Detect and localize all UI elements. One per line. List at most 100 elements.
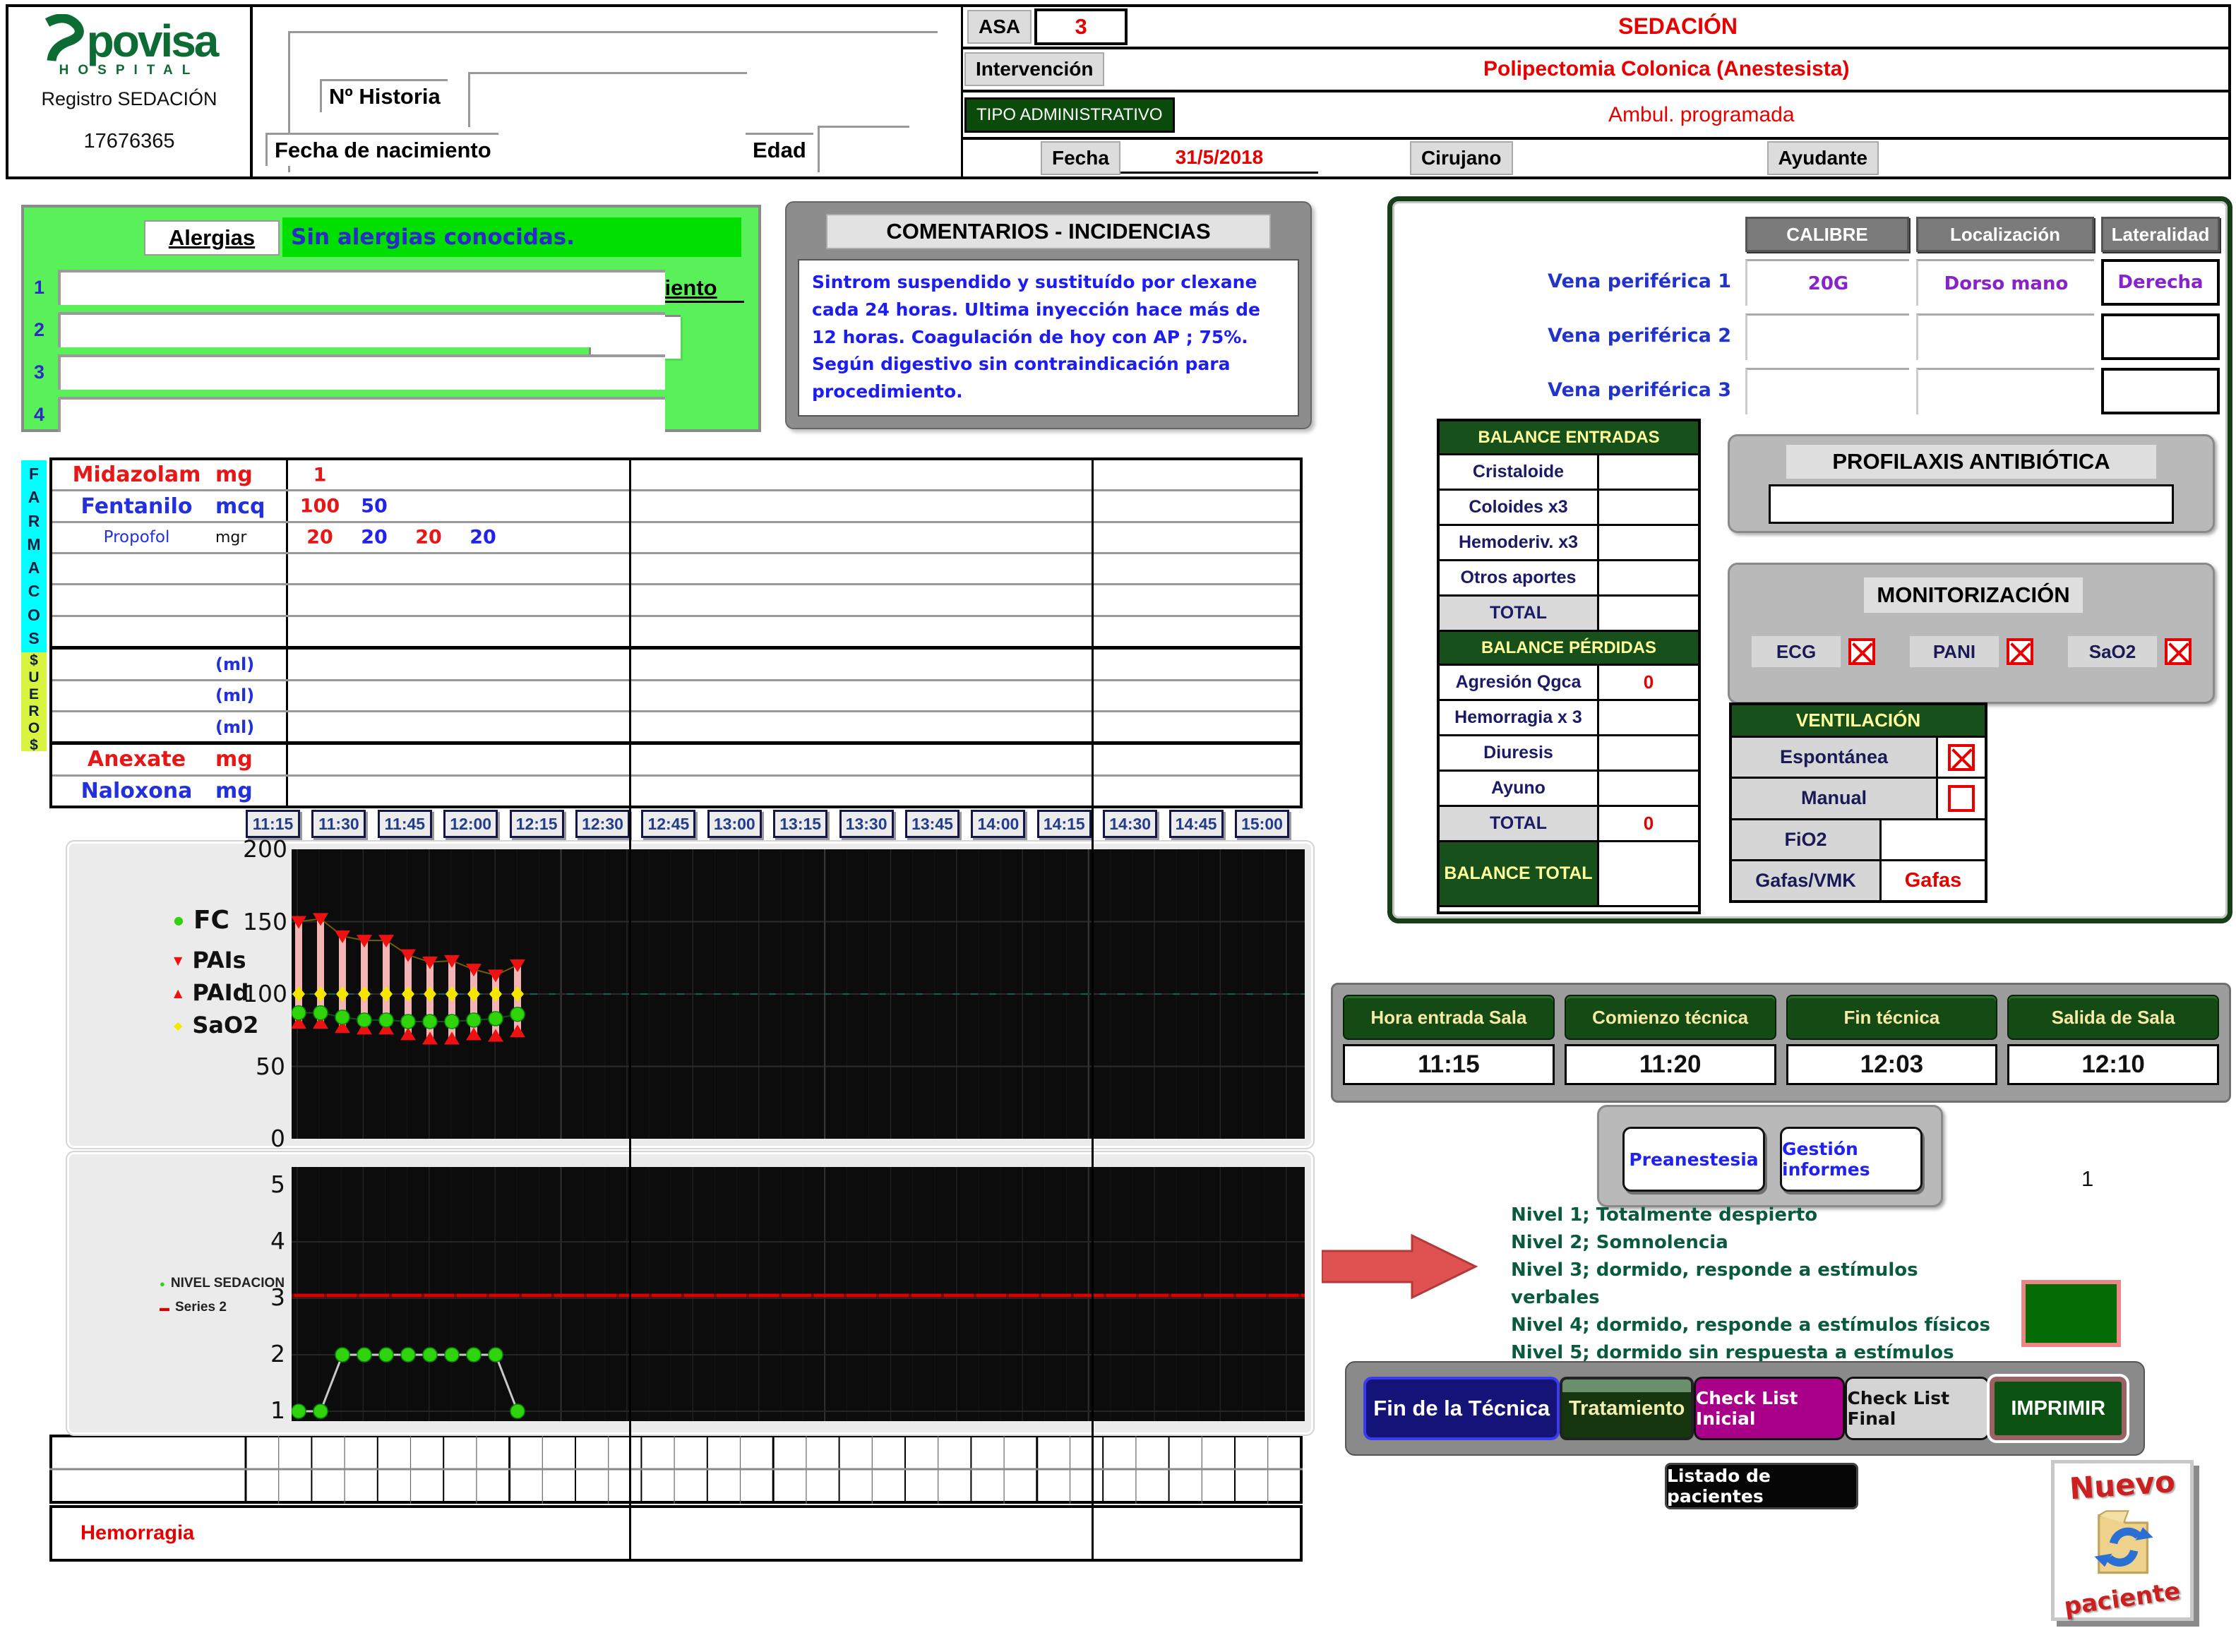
gestion-informes-button[interactable]: Gestión informes [1780,1127,1923,1192]
time-milestone-label[interactable]: Comienzo técnica [1565,995,1776,1040]
intervencion-value[interactable]: Polipectomia Colonica (Anestesista) [1104,57,2228,81]
time-label[interactable]: 13:15 [773,810,827,838]
via-calibre-cell[interactable] [1745,313,1909,360]
medication-doses-cell[interactable]: 1 [288,460,1300,489]
vitals-chart-card: 200150100500●FC▼PAIs▲PAId◆SaO2 [67,842,1313,1148]
balance-row-value[interactable] [1599,842,1698,905]
time-label[interactable]: 12:00 [443,810,498,838]
time-label[interactable]: 13:00 [707,810,762,838]
time-label[interactable]: 11:30 [311,810,366,838]
ventilacion-table: VENTILACIÓN EspontáneaManualFiO2Gafas/VM… [1729,702,1987,903]
medication-doses-cell[interactable] [288,617,1300,646]
medication-doses-cell[interactable] [288,681,1300,710]
medication-unit: mcq [215,494,280,519]
time-label[interactable]: 13:45 [905,810,959,838]
ventilacion-checkbox[interactable] [1948,744,1975,771]
listado-pacientes-button[interactable]: Listado de pacientes [1665,1463,1858,1509]
time-milestone-value[interactable]: 12:10 [2007,1044,2219,1085]
via-lateralidad-cell[interactable]: Derecha [2101,259,2220,306]
medication-doses-cell[interactable] [288,650,1300,678]
checklist-final-button[interactable]: Check List Final [1845,1377,1990,1440]
time-label[interactable]: 12:15 [510,810,564,838]
time-milestone-value[interactable]: 11:15 [1343,1044,1555,1085]
via-lateralidad-cell[interactable] [2101,368,2220,414]
historia-field[interactable] [468,72,747,127]
legend-label: Series 2 [175,1300,227,1315]
alergia-field[interactable] [58,312,665,347]
time-label[interactable]: 14:30 [1103,810,1157,838]
tratamiento-button[interactable]: Tratamiento [1560,1377,1694,1440]
balance-row-value[interactable]: 0 [1599,807,1698,840]
asa-value-field[interactable]: 3 [1034,8,1128,45]
tipo-administrativo-value[interactable]: Ambul. programada [1175,103,2228,127]
via-calibre-cell[interactable]: 20G [1745,259,1909,306]
sedation-plot[interactable] [292,1167,1305,1421]
balance-row-value[interactable] [1599,736,1698,770]
edad-field[interactable] [818,126,909,172]
time-milestone-label[interactable]: Hora entrada Sala [1343,995,1555,1040]
comentarios-text[interactable]: Sintrom suspendido y sustituído por clex… [798,259,1299,417]
time-milestone-value[interactable]: 11:20 [1565,1044,1776,1085]
alergias-value[interactable]: Sin alergias conocidas. [282,217,741,257]
balance-row-value[interactable] [1599,561,1698,594]
fin-tecnica-button[interactable]: Fin de la Técnica [1363,1377,1560,1440]
ventilacion-row-label: Espontánea [1732,738,1938,777]
level-indicator-box[interactable] [2021,1280,2121,1347]
monitor-checkbox[interactable] [2007,638,2033,665]
balance-row-value[interactable] [1599,455,1698,489]
time-milestone-value[interactable]: 12:03 [1786,1044,1998,1085]
alergia-field[interactable] [58,270,665,305]
ventilacion-row-label: Manual [1732,779,1938,818]
medication-doses-cell[interactable] [288,712,1300,741]
balance-row-value[interactable] [1599,491,1698,524]
medication-doses-cell[interactable]: 10050 [288,491,1300,520]
via-localizacion-cell[interactable]: Dorso mano [1916,259,2094,306]
legend-marker-icon: ▼ [174,954,182,967]
via-localizacion-cell[interactable] [1916,313,2094,360]
balance-row-value[interactable] [1599,701,1698,734]
vitals-plot[interactable] [292,849,1305,1139]
time-label[interactable]: 15:00 [1235,810,1289,838]
time-label[interactable]: 11:15 [246,810,300,838]
balance-row-value[interactable] [1599,526,1698,559]
monitor-checkbox[interactable] [1848,638,1875,665]
fecha-value-field[interactable]: 31/5/2018 [1120,143,1318,174]
monitor-checkbox[interactable] [2165,638,2192,665]
balance-row: Diuresis [1440,736,1698,772]
time-label[interactable]: 12:45 [641,810,695,838]
ventilacion-value-field[interactable]: Gafas [1882,861,1985,900]
balance-row-value[interactable] [1599,772,1698,805]
hemorragia-row[interactable]: Hemorragia [49,1505,1303,1562]
bottom-buttons: Fin de la TécnicaTratamientoCheck List I… [1345,1361,2145,1456]
ventilacion-title: VENTILACIÓN [1732,705,1985,738]
time-label[interactable]: 14:45 [1169,810,1224,838]
profilaxis-field[interactable] [1769,484,2174,524]
alergia-field[interactable] [58,354,665,390]
nuevo-paciente-button[interactable]: Nuevo paciente [2051,1460,2194,1621]
preanestesia-button[interactable]: Preanestesia [1622,1127,1765,1192]
time-label[interactable]: 14:00 [971,810,1025,838]
medication-doses-cell[interactable] [288,554,1300,583]
time-label[interactable]: 12:30 [575,810,630,838]
time-label[interactable]: 14:15 [1037,810,1092,838]
via-lateralidad-cell[interactable] [2101,313,2220,360]
time-milestone-label[interactable]: Fin técnica [1786,995,1998,1040]
checklist-inicial-button[interactable]: Check List Inicial [1694,1377,1846,1440]
balance-row-value[interactable]: 0 [1599,666,1698,699]
ventilacion-checkbox[interactable] [1948,785,1975,812]
balance-row-value[interactable] [1599,597,1698,630]
imprimir-button[interactable]: IMPRIMIR [1990,1377,2127,1440]
via-calibre-cell[interactable] [1745,368,1909,414]
time-label[interactable]: 11:45 [378,810,432,838]
ventilacion-value-field[interactable] [1882,820,1985,859]
medication-doses-cell[interactable]: 20202020 [288,523,1300,552]
comentarios-title: COMENTARIOS - INCIDENCIAS [826,214,1271,249]
medication-doses-cell[interactable] [288,745,1300,774]
bottom-grid[interactable] [49,1435,1303,1504]
medication-doses-cell[interactable] [288,777,1300,806]
time-milestone-label[interactable]: Salida de Sala [2007,995,2219,1040]
time-label[interactable]: 13:30 [839,810,894,838]
medication-doses-cell[interactable] [288,585,1300,614]
alergia-field[interactable] [58,397,665,432]
via-localizacion-cell[interactable] [1916,368,2094,414]
